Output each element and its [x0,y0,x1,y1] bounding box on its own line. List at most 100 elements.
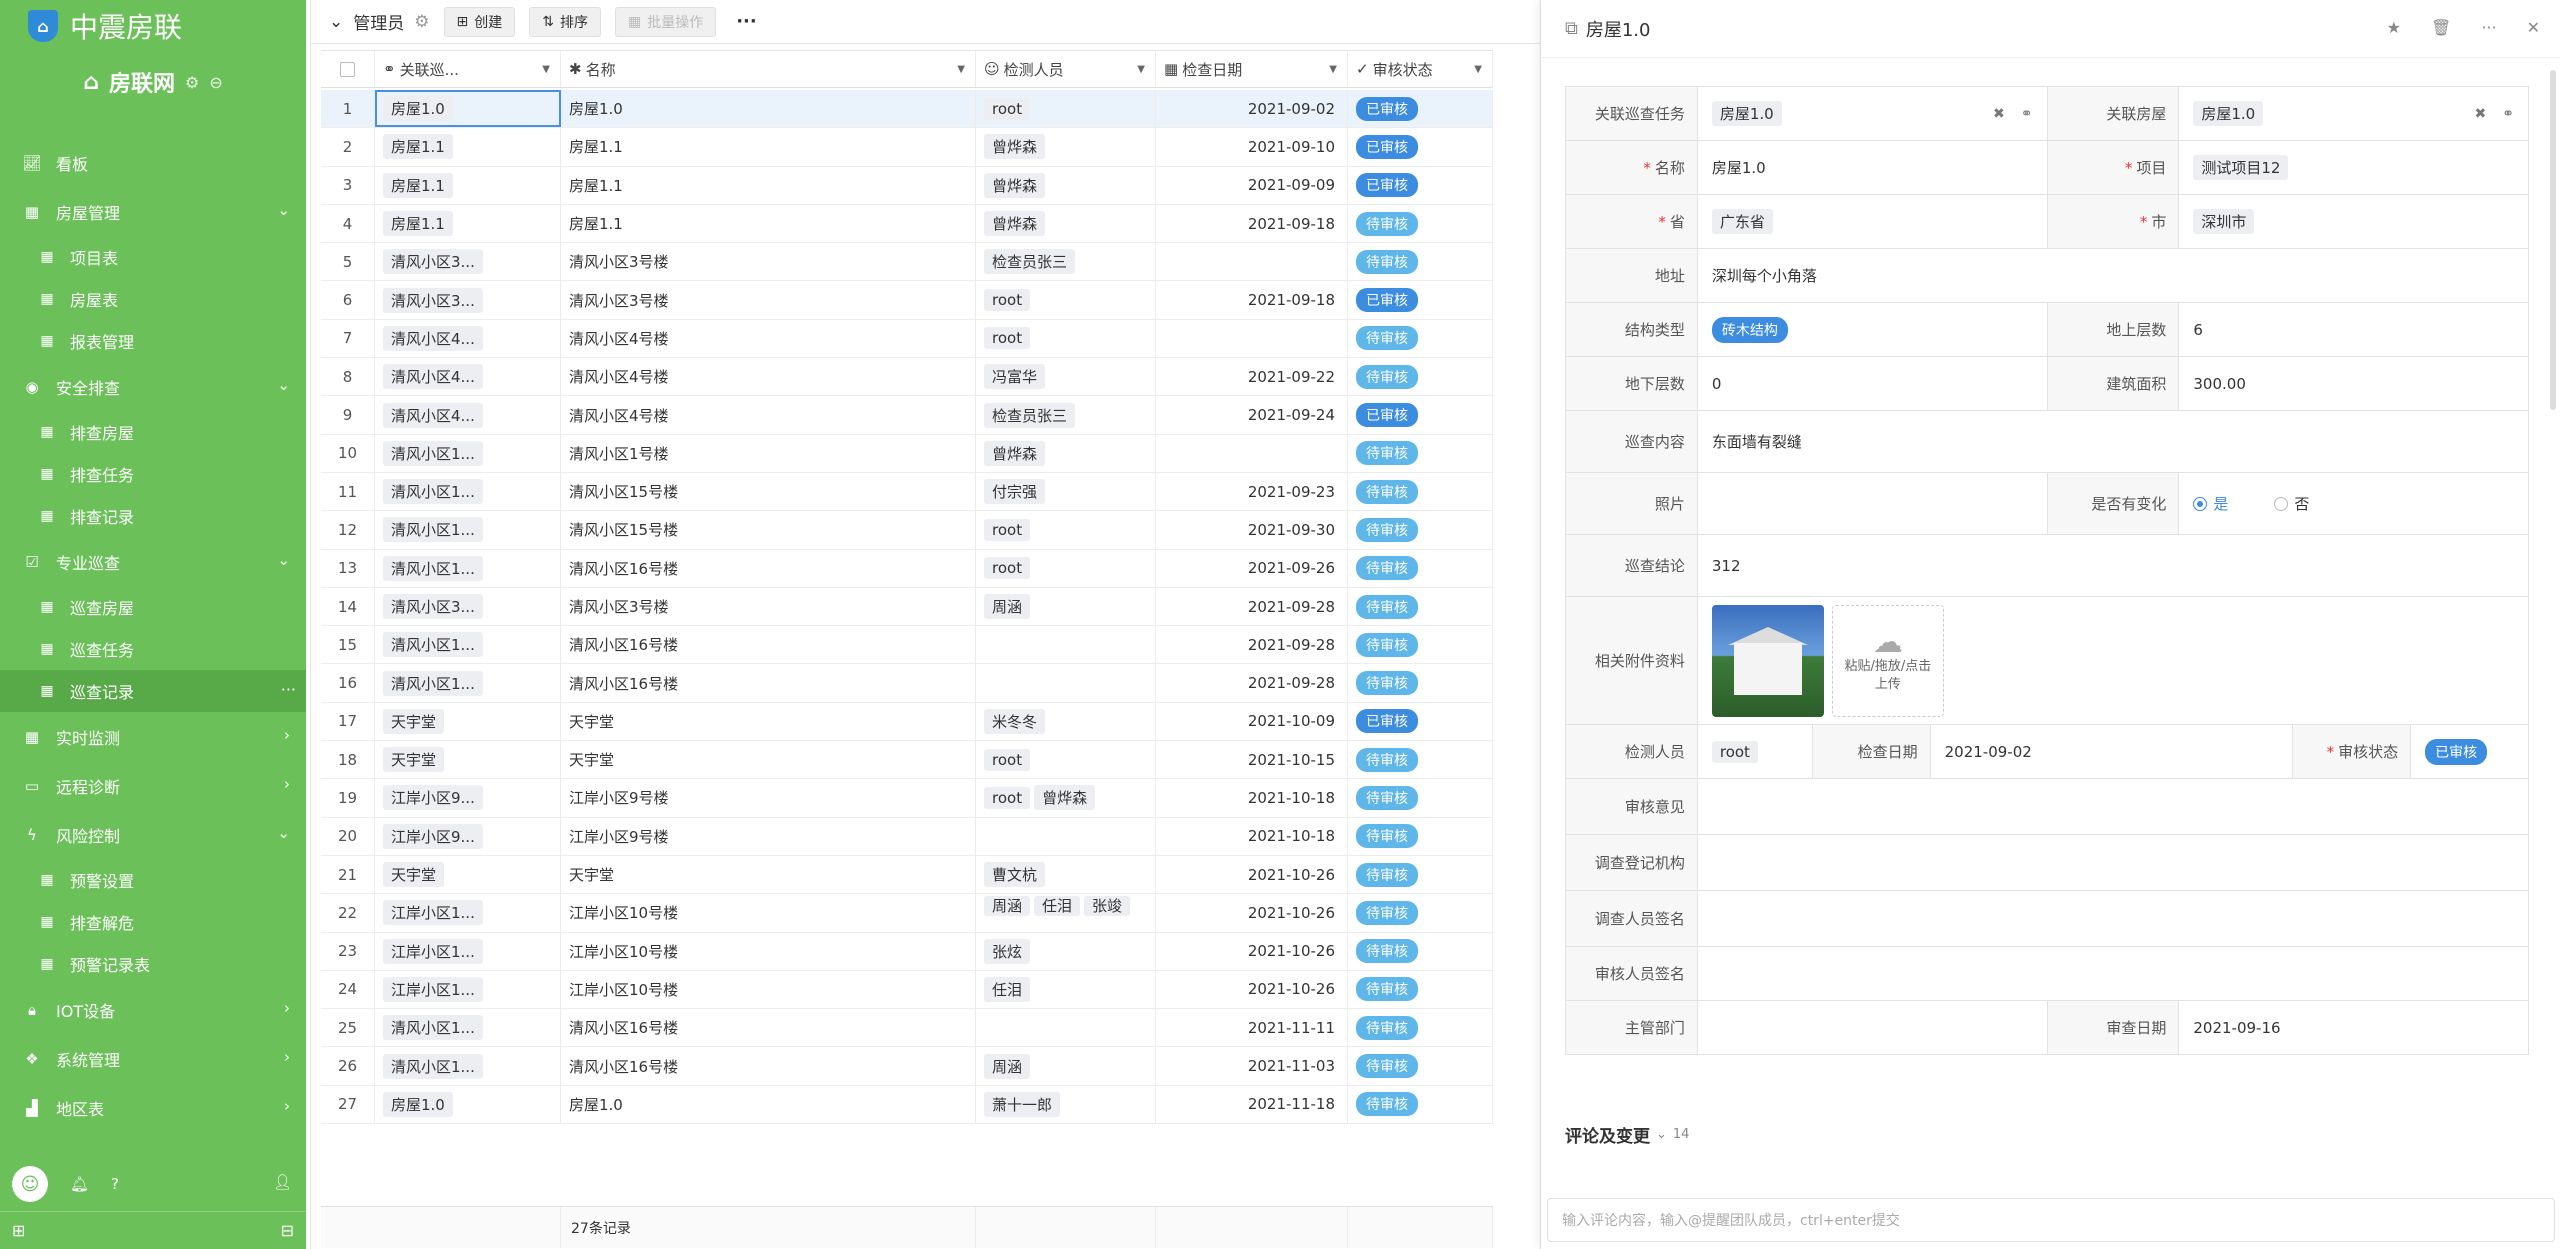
brand[interactable]: ⌂ 中震房联 [28,6,182,46]
link-icon[interactable]: ⚭ [2021,106,2033,122]
cell-link[interactable]: 清风小区1... [375,626,561,664]
cell-link[interactable]: 天宇堂 [375,741,561,779]
cell-status[interactable]: 已审核 [1348,396,1493,434]
caret-down-icon[interactable]: ▼ [1137,64,1145,75]
person-tag[interactable]: 周涵 [984,594,1031,619]
area-field[interactable]: 300.00 [2179,357,2529,410]
clear-icon[interactable]: ✖ [1993,106,2005,122]
cell-inspector[interactable]: 周涵 任泪 张竣 [976,894,1156,932]
cell-link[interactable]: 江岸小区1... [375,894,561,932]
cell-status[interactable]: 待审核 [1348,319,1493,358]
bell-icon[interactable]: 🔔︎ [70,1175,89,1193]
cell-date[interactable]: 2021-09-28 [1156,626,1348,664]
cell-inspector[interactable]: root [976,90,1156,128]
cell-date[interactable]: 2021-10-26 [1156,970,1348,1009]
link-tag[interactable]: 天宇堂 [383,862,445,888]
row-number[interactable]: 17 [321,702,375,741]
help-icon[interactable]: ? [111,1175,119,1193]
cell-inspector[interactable]: root [976,511,1156,549]
investigator-sign-field[interactable] [1698,891,2529,946]
circle-menu-icon[interactable]: ⊖ [209,73,222,92]
caret-down-icon[interactable]: ▼ [1474,64,1482,75]
cell-date[interactable]: 2021-10-18 [1156,779,1348,817]
cell-link[interactable]: 清风小区1... [375,472,561,511]
cell-inspector[interactable] [976,626,1156,664]
cell-inspector[interactable]: 付宗强 [976,472,1156,511]
person-tag[interactable]: 曹文杭 [984,862,1046,888]
reviewer-sign-field[interactable] [1698,947,2529,1000]
cell-date[interactable]: 2021-09-02 [1156,90,1348,128]
review-status-tag[interactable]: 已审核 [2425,738,2488,765]
cell-date[interactable] [1156,319,1348,358]
table-row[interactable]: 13 清风小区1... 清风小区16号楼 root 2021-09-26 待审核 [321,549,1493,588]
cell-name[interactable]: 清风小区3号楼 [561,281,976,319]
cell-link[interactable]: 清风小区1... [375,549,561,587]
table-row[interactable]: 25 清风小区1... 清风小区16号楼 2021-11-11 待审核 [321,1009,1493,1048]
cell-link[interactable]: 房屋1.1 [375,128,561,166]
cell-name[interactable]: 房屋1.1 [561,128,976,166]
table-row[interactable]: 27 房屋1.0 房屋1.0 萧十一郎 2021-11-18 待审核 [321,1085,1493,1125]
cell-link[interactable]: 房屋1.1 [375,166,561,204]
table-row[interactable]: 11 清风小区1... 清风小区15号楼 付宗强 2021-09-23 待审核 [321,472,1493,512]
cell-inspector[interactable]: 曹文杭 [976,855,1156,894]
link-tag[interactable]: 江岸小区1... [383,938,483,964]
cell-status[interactable]: 待审核 [1348,358,1493,396]
link-icon[interactable]: ⚭ [2502,106,2514,122]
table-row[interactable]: 2 房屋1.1 房屋1.1 曾烨森 2021-09-10 已审核 [321,128,1493,167]
link-tag[interactable]: 清风小区1... [383,1053,483,1079]
row-number[interactable]: 25 [321,1009,375,1047]
cell-inspector[interactable]: root [976,281,1156,319]
person-tag[interactable]: root [984,327,1031,350]
person-tag[interactable]: 曾烨森 [984,211,1046,237]
row-number[interactable]: 12 [321,511,375,549]
row-number[interactable]: 11 [321,472,375,511]
table-row[interactable]: 7 清风小区4... 清风小区4号楼 root 待审核 [321,319,1493,359]
person-tag[interactable]: 冯富华 [984,364,1046,390]
cell-status[interactable]: 待审核 [1348,204,1493,243]
cell-name[interactable]: 清风小区16号楼 [561,1047,976,1085]
person-tag[interactable]: 萧十一郎 [984,1091,1061,1117]
department-field[interactable] [1698,1001,2048,1054]
cell-date[interactable]: 2021-10-26 [1156,932,1348,970]
cell-name[interactable]: 江岸小区10号楼 [561,970,976,1009]
cell-link[interactable]: 江岸小区1... [375,932,561,970]
cell-status[interactable]: 待审核 [1348,932,1493,970]
more-icon[interactable]: ··· [2481,18,2496,37]
table-row[interactable]: 1 房屋1.0 房屋1.0 root 2021-09-02 已审核 [321,90,1493,129]
cell-date[interactable] [1156,243,1348,281]
task-tag[interactable]: 房屋1.0 [1711,101,1782,126]
cell-name[interactable]: 清风小区3号楼 [561,243,976,281]
link-tag[interactable]: 天宇堂 [383,708,445,734]
comment-input[interactable]: 输入评论内容，输入@提醒团队成员，ctrl+enter提交 [1547,1198,2555,1242]
more-icon[interactable]: ··· [281,680,296,699]
caret-down-icon[interactable]: ▼ [1329,64,1337,75]
table-row[interactable]: 19 江岸小区9... 江岸小区9号楼 root 曾烨森 2021-10-18 待审核 [321,779,1493,818]
close-icon[interactable]: ✕ [2527,18,2540,37]
cell-date[interactable]: 2021-11-03 [1156,1047,1348,1085]
avatar[interactable]: ☺ [12,1166,48,1202]
row-number[interactable]: 5 [321,243,375,281]
cell-inspector[interactable]: 张炫 [976,932,1156,970]
cell-status[interactable]: 待审核 [1348,894,1493,932]
cell-inspector[interactable]: 曾烨森 [976,166,1156,204]
table-row[interactable]: 3 房屋1.1 房屋1.1 曾烨森 2021-09-09 已审核 [321,166,1493,205]
cell-name[interactable]: 江岸小区10号楼 [561,932,976,970]
link-tag[interactable]: 清风小区1... [383,632,483,658]
floors-above-field[interactable]: 6 [2179,303,2529,356]
cell-name[interactable]: 清风小区1号楼 [561,434,976,472]
sidebar-item[interactable]: ▦ 排查解危 [0,901,306,943]
row-number[interactable]: 9 [321,396,375,434]
cell-date[interactable]: 2021-09-28 [1156,664,1348,702]
cell-name[interactable]: 清风小区4号楼 [561,396,976,434]
cell-link[interactable]: 清风小区3... [375,587,561,626]
cell-inspector[interactable]: 曾烨森 [976,434,1156,472]
table-row[interactable]: 6 清风小区3... 清风小区3号楼 root 2021-09-18 已审核 [321,281,1493,320]
cell-link[interactable]: 清风小区3... [375,243,561,281]
sidebar-item[interactable]: ▦ 排查任务 [0,453,306,495]
cell-link[interactable]: 清风小区4... [375,319,561,358]
row-number[interactable]: 24 [321,970,375,1009]
link-tag[interactable]: 房屋1.1 [383,211,453,237]
cell-name[interactable]: 江岸小区9号楼 [561,817,976,855]
person-tag[interactable]: 检查员张三 [984,249,1076,275]
cell-name[interactable]: 天宇堂 [561,855,976,894]
